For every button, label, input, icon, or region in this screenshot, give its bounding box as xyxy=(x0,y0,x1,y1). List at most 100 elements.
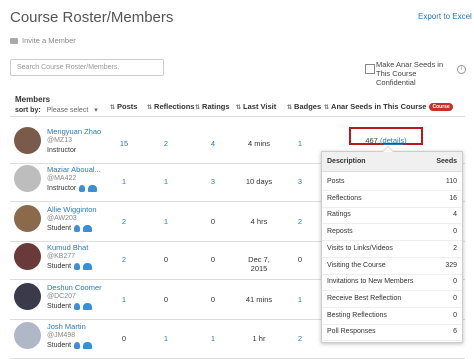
cell-reflections[interactable]: 1 xyxy=(146,177,186,186)
popup-row-description: Ratings xyxy=(327,211,351,219)
member-name-link[interactable]: Kumud Bhat xyxy=(47,243,88,252)
cell-ratings[interactable]: 1 xyxy=(193,334,233,343)
popup-row: Invitations to New Members 0 xyxy=(322,274,462,292)
popup-row-description: Besting Reflections xyxy=(327,311,387,319)
member-role: Instructor xyxy=(47,185,98,192)
col-last-visit[interactable]: ⇅ Last Visit xyxy=(236,102,276,111)
member-name-link[interactable]: Allie Wigginton xyxy=(47,205,97,214)
seeds-value[interactable]: 467 (details) xyxy=(351,136,421,145)
info-icon[interactable]: i xyxy=(457,65,466,74)
cell-ratings: 0 xyxy=(210,217,216,226)
popup-row: Visiting the Course 329 xyxy=(322,258,462,275)
popup-row-description: Reposts xyxy=(327,228,353,236)
cell-badges[interactable]: 1 xyxy=(280,295,320,304)
popup-row-seeds: 2 xyxy=(453,244,457,252)
page-title: Course Roster/Members xyxy=(10,9,174,26)
people-icon[interactable] xyxy=(83,303,93,310)
popup-row-description: Receive Best Reflection xyxy=(327,294,402,302)
badge-icon[interactable] xyxy=(74,342,81,349)
popup-row: Receive Best Reflection 0 xyxy=(322,291,462,308)
cell-reflections[interactable]: 2 xyxy=(146,139,186,148)
cell-badges[interactable]: 1 xyxy=(280,139,320,148)
export-to-excel-link[interactable]: Export to Excel xyxy=(418,12,472,21)
cell-reflections: 0 xyxy=(163,295,169,304)
badge-icon[interactable] xyxy=(74,263,81,270)
people-icon[interactable] xyxy=(83,263,93,270)
people-icon[interactable] xyxy=(88,185,98,192)
people-icon[interactable] xyxy=(83,342,93,349)
avatar[interactable] xyxy=(14,283,41,310)
col-reflections[interactable]: ⇅ Reflections xyxy=(147,102,194,111)
confidential-checkbox[interactable] xyxy=(365,64,375,74)
cell-posts[interactable]: 2 xyxy=(104,255,144,264)
popup-row-description: Posts xyxy=(327,178,345,185)
popup-row: Visits to Links/Videos 2 xyxy=(322,241,462,258)
popup-row-seeds: 0 xyxy=(453,311,457,319)
popup-row-seeds: 0 xyxy=(453,228,457,236)
sort-icon: ⇅ xyxy=(195,105,201,111)
sort-control[interactable]: sort by: Please select ▾ xyxy=(15,106,98,114)
members-header: Members xyxy=(15,95,51,104)
people-icon[interactable] xyxy=(83,225,93,232)
avatar[interactable] xyxy=(14,322,41,349)
popup-col-description: Description xyxy=(327,158,366,165)
sort-icon: ⇅ xyxy=(147,105,153,111)
member-handle: @JM498 xyxy=(47,332,76,339)
cell-last-visit: 10 days xyxy=(245,177,273,186)
cell-last-visit: 41 mins xyxy=(245,295,273,304)
cell-ratings[interactable]: 4 xyxy=(193,139,233,148)
badge-icon[interactable] xyxy=(79,185,86,192)
cell-last-visit: 1 hr xyxy=(252,334,266,343)
details-link[interactable]: (details) xyxy=(380,136,407,145)
divider xyxy=(10,116,465,117)
badge-icon[interactable] xyxy=(74,303,81,310)
cell-badges: 0 xyxy=(297,255,303,264)
sort-select[interactable]: Please select xyxy=(47,107,89,114)
col-badges[interactable]: ⇅ Badges xyxy=(287,102,321,111)
popup-row-description: Poll Responses xyxy=(327,328,376,336)
avatar[interactable] xyxy=(14,243,41,270)
col-ratings[interactable]: ⇅ Ratings xyxy=(195,102,230,111)
member-name-link[interactable]: Josh Martin xyxy=(47,322,86,331)
member-handle: @MA422 xyxy=(47,175,77,182)
invite-member-button[interactable]: Invite a Member xyxy=(10,36,76,45)
confidential-label: Make Anar Seeds in This Course Confident… xyxy=(376,60,444,87)
cell-reflections[interactable]: 1 xyxy=(146,217,186,226)
badge-icon[interactable] xyxy=(74,225,81,232)
cell-posts[interactable]: 2 xyxy=(104,217,144,226)
member-handle: @AW203 xyxy=(47,215,77,222)
course-badge: Course xyxy=(429,103,453,112)
cell-last-visit: 4 hrs xyxy=(250,217,268,226)
seeds-details-popup: Description Seeds Posts 110 Reflections 16 R… xyxy=(321,146,463,343)
search-input[interactable]: Search Course Roster/Members. xyxy=(10,59,164,76)
cell-reflections[interactable]: 1 xyxy=(146,334,186,343)
popup-row: Ratings 4 xyxy=(322,207,462,225)
popup-row-seeds: 16 xyxy=(449,194,457,202)
popup-row: Reposts 0 xyxy=(322,224,462,242)
popup-row-description: Invitations to New Members xyxy=(327,278,414,286)
cell-badges[interactable]: 2 xyxy=(280,334,320,343)
popup-row-seeds: 0 xyxy=(453,278,457,286)
cell-badges[interactable]: 3 xyxy=(280,177,320,186)
cell-posts: 0 xyxy=(121,334,127,343)
cell-posts[interactable]: 1 xyxy=(104,177,144,186)
cell-badges[interactable]: 2 xyxy=(280,217,320,226)
cell-posts[interactable]: 15 xyxy=(104,139,144,148)
popup-row: Posts 110 xyxy=(322,174,462,191)
member-role: Student xyxy=(47,303,93,310)
col-anar-seeds[interactable]: ⇅ Anar Seeds in This Course Course xyxy=(324,102,453,112)
member-role: Student xyxy=(47,225,93,232)
avatar[interactable] xyxy=(14,127,41,154)
col-posts[interactable]: ⇅ Posts xyxy=(110,102,137,111)
member-name-link[interactable]: Maziar Aboual... xyxy=(47,165,101,174)
cell-posts[interactable]: 1 xyxy=(104,295,144,304)
avatar[interactable] xyxy=(14,205,41,232)
popup-col-seeds: Seeds xyxy=(436,158,457,165)
envelope-icon xyxy=(10,37,18,44)
cell-ratings[interactable]: 3 xyxy=(193,177,233,186)
member-name-link[interactable]: Mengyuan Zhao xyxy=(47,127,101,136)
avatar[interactable] xyxy=(14,165,41,192)
member-name-link[interactable]: Deshun Coomer xyxy=(47,283,102,292)
sort-icon: ⇅ xyxy=(110,105,116,111)
sort-icon: ⇅ xyxy=(236,105,242,111)
